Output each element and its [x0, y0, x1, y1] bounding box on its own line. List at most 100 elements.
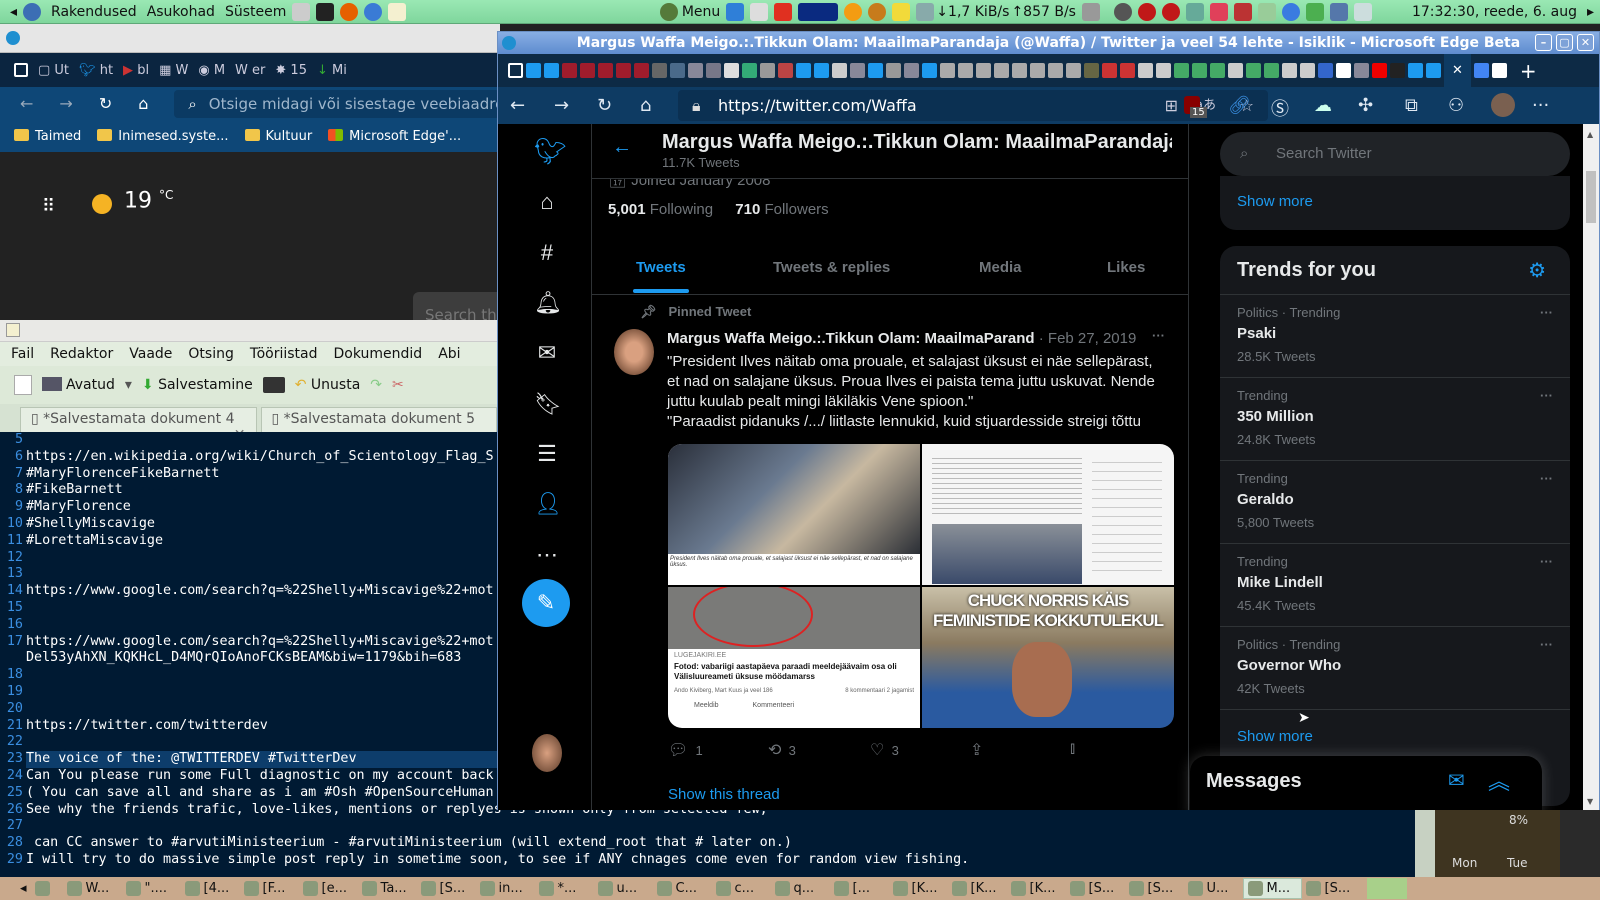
tab-favicon[interactable]	[1174, 63, 1189, 78]
twitter-logo-icon[interactable]: 🐦︎	[534, 138, 567, 164]
extension-s-icon[interactable]: Ⓢ	[1271, 95, 1289, 121]
taskbar-item[interactable]: u...	[594, 878, 653, 899]
tweet-date[interactable]: · Feb 27, 2019	[1039, 330, 1137, 347]
tweet-author-name[interactable]: Margus Waffa Meigo.:.Tikkun Olam: Maailm…	[667, 330, 1035, 347]
tab-favicon[interactable]	[1012, 63, 1027, 78]
tab-favicon[interactable]	[544, 63, 559, 78]
tab-favicon[interactable]	[814, 63, 829, 78]
new-tab-button[interactable]: +	[1520, 59, 1537, 83]
tab-favicon[interactable]	[922, 63, 937, 78]
save-button[interactable]: ⬇ Salvestamine	[142, 377, 253, 393]
show-thread-link[interactable]: Show this thread	[668, 786, 780, 803]
messages-drawer[interactable]: Messages ✉ ︽	[1190, 756, 1542, 810]
taskbar-item[interactable]: [F...	[240, 878, 299, 899]
bookmark-folder[interactable]: Kultuur	[244, 128, 312, 144]
extensions-icon[interactable]: ✣	[1358, 95, 1373, 116]
panel-arrow-icon[interactable]: ◂	[10, 4, 17, 20]
menu-documents[interactable]: Dokumendid	[334, 346, 423, 362]
redo-icon[interactable]: ↷	[370, 377, 382, 393]
bg-tab[interactable]: ▶ bl	[123, 63, 149, 78]
trend-more-icon[interactable]: ···	[1540, 388, 1553, 403]
tab-favicon[interactable]	[1318, 63, 1333, 78]
collapse-chevrons-icon[interactable]: ︽	[1488, 764, 1510, 796]
maximize-button[interactable]: ▢	[1556, 34, 1573, 51]
minimize-button[interactable]: –	[1535, 34, 1552, 51]
tab-favicon[interactable]	[1048, 63, 1063, 78]
tab-favicon[interactable]	[1084, 63, 1099, 78]
editor-scrollbar[interactable]	[1415, 810, 1435, 877]
tab-favicon[interactable]	[1372, 63, 1387, 78]
retweet-button[interactable]: ⟲ 3	[768, 740, 796, 760]
menu-icon[interactable]	[659, 2, 678, 21]
bookmark-link[interactable]: Microsoft Edge'...	[328, 128, 461, 144]
taskbar-item[interactable]: [...	[830, 878, 889, 899]
tab-actions-icon[interactable]	[14, 63, 28, 77]
tab-tweets-replies[interactable]: Tweets & replies	[773, 259, 890, 276]
tab-favicon[interactable]	[652, 63, 667, 78]
bg-tab[interactable]: ↓ Mi	[317, 63, 347, 78]
tab-actions-icon[interactable]	[508, 63, 523, 78]
hashtag-icon[interactable]: #	[534, 240, 560, 266]
terminal-icon[interactable]	[316, 2, 335, 21]
taskbar-item[interactable]: [S...	[417, 878, 476, 899]
search-icon[interactable]	[868, 2, 887, 21]
tweet-image-4[interactable]: CHUCK NORRIS KÄIS FEMINISTIDE KOKKUTULEK…	[922, 587, 1174, 728]
thunderbird-icon[interactable]	[364, 2, 383, 21]
tab-favicon[interactable]	[868, 63, 883, 78]
clock[interactable]: 17:32:30, reede, 6. aug	[1412, 4, 1577, 20]
tab-tweets[interactable]: Tweets	[636, 259, 686, 276]
refresh-icon[interactable]: ↻	[597, 95, 612, 116]
cloud-icon[interactable]: ☁	[1314, 95, 1332, 116]
print-icon[interactable]	[262, 377, 285, 393]
trends-show-more-link[interactable]: Show more	[1237, 728, 1313, 745]
refresh-icon[interactable]: ↻	[99, 94, 112, 113]
menu-tools[interactable]: Tööriistad	[250, 346, 318, 362]
tab-favicon[interactable]	[1066, 63, 1081, 78]
trend-more-icon[interactable]: ···	[1540, 637, 1553, 652]
trend-more-icon[interactable]: ···	[1540, 554, 1553, 569]
qbittorrent-icon[interactable]	[1281, 2, 1300, 21]
menu-help[interactable]: Abi	[438, 346, 460, 362]
explore-home-icon[interactable]: ⌂	[534, 189, 560, 215]
following-link[interactable]: 5,001 Following	[608, 201, 713, 218]
cut-icon[interactable]: ✂	[392, 377, 404, 393]
tab-media[interactable]: Media	[979, 259, 1022, 276]
taskbar-item[interactable]: C...	[653, 878, 712, 899]
tab-favicon[interactable]	[958, 63, 973, 78]
forward-icon[interactable]: →	[59, 94, 72, 113]
notifications-bell-icon[interactable]: 🔔︎	[534, 290, 562, 316]
compose-tweet-button[interactable]: ✎	[522, 579, 570, 627]
menu-search[interactable]: Otsing	[188, 346, 233, 362]
tab-favicon[interactable]	[1390, 63, 1405, 78]
new-document-button[interactable]	[14, 375, 32, 395]
workspace-switcher[interactable]	[1366, 878, 1407, 899]
volume-icon[interactable]	[1081, 2, 1100, 21]
share-icon[interactable]: ⇪	[970, 740, 983, 760]
record-red-icon[interactable]	[1137, 2, 1156, 21]
tab-favicon[interactable]	[1282, 63, 1297, 78]
tab-favicon[interactable]	[1491, 63, 1507, 78]
tab-favicon[interactable]	[670, 63, 685, 78]
tab-favicon[interactable]	[796, 63, 811, 78]
bg-tab[interactable]: W er	[235, 63, 265, 78]
taskbar-item[interactable]: [K...	[1007, 878, 1066, 899]
profile-avatar[interactable]	[1491, 93, 1515, 117]
taskbar-item[interactable]: [S...	[1066, 878, 1125, 899]
day-mon[interactable]: Mon	[1452, 856, 1477, 870]
settings-more-icon[interactable]: ···	[1532, 95, 1549, 116]
tab-favicon[interactable]	[994, 63, 1009, 78]
account-avatar[interactable]	[532, 734, 562, 772]
home-icon[interactable]: ⌂	[640, 95, 651, 116]
collections-icon[interactable]: ⧉	[1405, 95, 1418, 116]
open-dropdown-icon[interactable]: ▾	[125, 377, 132, 393]
panel-menu-applications[interactable]: Rakendused	[51, 4, 137, 20]
menu-file[interactable]: Fail	[11, 346, 34, 362]
tab-favicon[interactable]	[1120, 63, 1135, 78]
forward-icon[interactable]: →	[554, 95, 569, 116]
bookmarks-icon[interactable]: 🔖︎	[534, 391, 562, 417]
link-icon[interactable]: 🔗︎	[1228, 95, 1251, 116]
taskbar-item[interactable]: q...	[771, 878, 830, 899]
panel-menu-label[interactable]: Menu	[682, 4, 720, 20]
taskbar-item[interactable]: [K...	[889, 878, 948, 899]
bookmark-folder[interactable]: Taimed	[14, 128, 81, 144]
